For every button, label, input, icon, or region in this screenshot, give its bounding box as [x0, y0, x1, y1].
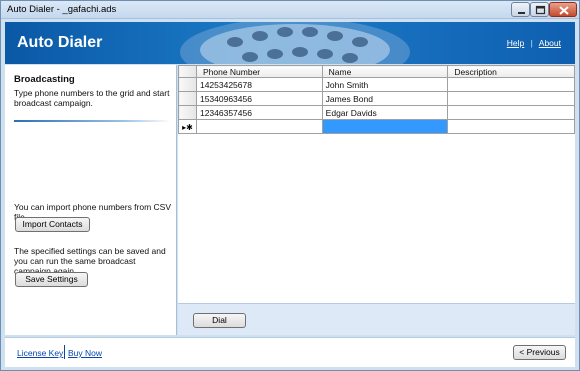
- phone-grid[interactable]: Phone Number Name Description 1425342567…: [178, 65, 575, 134]
- cell-name[interactable]: John Smith: [321, 77, 449, 92]
- sidebar-panel: Broadcasting Type phone numbers to the g…: [5, 65, 177, 335]
- app-title: Auto Dialer: [17, 34, 103, 51]
- save-settings-button[interactable]: Save Settings: [15, 272, 88, 287]
- grid-header-row: Phone Number Name Description: [178, 65, 575, 78]
- window-title: Auto Dialer - _gafachi.ads: [7, 4, 117, 15]
- about-link[interactable]: About: [539, 38, 561, 48]
- title-bar[interactable]: Auto Dialer - _gafachi.ads: [1, 1, 579, 19]
- section-description: Type phone numbers to the grid and start…: [14, 88, 170, 108]
- maximize-icon: [535, 5, 546, 15]
- table-row[interactable]: 15340963456 James Bond: [178, 91, 575, 106]
- new-row[interactable]: ▸✱: [178, 119, 575, 134]
- buy-now-link[interactable]: Buy Now: [68, 348, 102, 358]
- footer-bar: License Key Buy Now < Previous: [5, 337, 575, 367]
- previous-button[interactable]: < Previous: [513, 345, 566, 360]
- import-contacts-button[interactable]: Import Contacts: [15, 217, 90, 232]
- help-link[interactable]: Help: [507, 38, 524, 48]
- minimize-button[interactable]: [511, 2, 530, 17]
- column-header-name[interactable]: Name: [321, 65, 449, 78]
- phone-grid-area: Phone Number Name Description 1425342567…: [178, 65, 575, 303]
- cell-description[interactable]: [447, 77, 575, 92]
- new-cell-phone[interactable]: [195, 119, 323, 134]
- table-row[interactable]: 12346357456 Edgar Davids: [178, 105, 575, 120]
- row-header[interactable]: [178, 77, 197, 92]
- app-window: Auto Dialer - _gafachi.ads Auto Dialer H…: [0, 0, 580, 371]
- section-divider: [14, 120, 171, 122]
- dial-button[interactable]: Dial: [193, 313, 246, 328]
- cell-name[interactable]: Edgar Davids: [321, 105, 449, 120]
- cell-phone[interactable]: 14253425678: [195, 77, 323, 92]
- cell-name[interactable]: James Bond: [321, 91, 449, 106]
- footer-link-separator: [64, 345, 65, 359]
- column-header-phone[interactable]: Phone Number: [195, 65, 323, 78]
- new-cell-description[interactable]: [447, 119, 575, 134]
- new-row-marker-icon: ▸✱: [182, 122, 193, 132]
- cell-phone[interactable]: 15340963456: [195, 91, 323, 106]
- minimize-icon: [518, 12, 525, 14]
- cell-description[interactable]: [447, 105, 575, 120]
- header-link-separator: |: [530, 38, 533, 48]
- column-header-description[interactable]: Description: [447, 65, 575, 78]
- header-links: Help | About: [507, 38, 561, 48]
- cell-phone[interactable]: 12346357456: [195, 105, 323, 120]
- row-header[interactable]: [178, 105, 197, 120]
- phone-keypad-graphic: [180, 22, 410, 64]
- new-row-header[interactable]: ▸✱: [178, 119, 197, 134]
- cell-description[interactable]: [447, 91, 575, 106]
- maximize-button[interactable]: [530, 2, 549, 17]
- section-title: Broadcasting: [14, 74, 75, 85]
- new-cell-name-selected[interactable]: [321, 119, 449, 134]
- row-header[interactable]: [178, 91, 197, 106]
- grid-corner[interactable]: [178, 65, 197, 78]
- close-button[interactable]: [549, 2, 577, 17]
- table-row[interactable]: 14253425678 John Smith: [178, 77, 575, 92]
- license-key-link[interactable]: License Key: [17, 348, 63, 358]
- close-icon: [559, 6, 569, 15]
- action-strip: Dial: [178, 303, 575, 335]
- app-header-banner: Auto Dialer Help | About: [5, 22, 575, 64]
